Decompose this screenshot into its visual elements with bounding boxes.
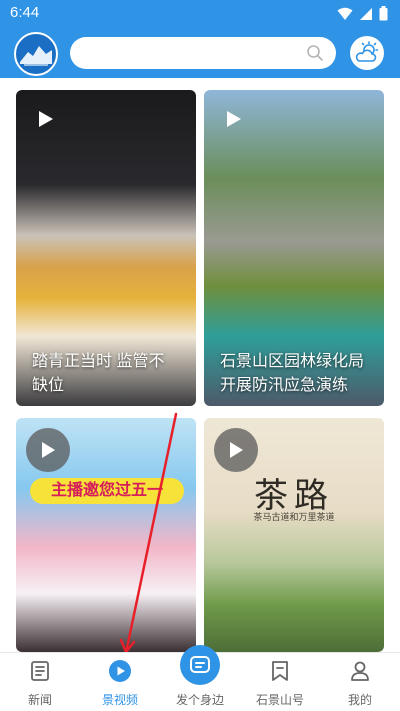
weather-icon [355,41,379,62]
video-banner: 主播邀您过五一 [30,478,184,504]
battery-icon [379,6,388,21]
status-bar: 6:44 [0,0,400,28]
app-logo-icon[interactable] [14,32,58,76]
play-icon[interactable] [214,428,258,472]
video-card[interactable]: 石景山区园林绿化局开展防汛应急演练 [204,90,384,406]
video-subtitle: 茶马古道和万里茶道 [253,513,335,523]
tab-profile[interactable]: 我的 [320,653,400,711]
tab-video[interactable]: 景视频 [80,653,160,711]
bottom-tab-bar: 新闻 景视频 发个身边 石景山号 我的 [0,645,400,711]
video-caption: 踏青正当时 监管不缺位 [32,353,165,394]
post-button[interactable] [180,645,220,685]
video-card[interactable]: 踏青正当时 监管不缺位 [16,90,196,406]
video-caption: 石景山区园林绿化局开展防汛应急演练 [220,353,365,394]
video-feed: 踏青正当时 监管不缺位 石景山区园林绿化局开展防汛应急演练 主播邀您过五一 茶路… [0,78,400,652]
search-input[interactable] [84,37,304,69]
tab-label: 石景山号 [255,693,304,707]
search-bar[interactable] [70,37,336,69]
signal-icon [360,7,372,20]
play-icon[interactable] [26,428,70,472]
search-icon[interactable] [306,44,324,66]
play-icon[interactable] [226,110,242,128]
video-card[interactable]: 茶路 茶马古道和万里茶道 [204,418,384,652]
tab-label: 景视频 [101,693,138,707]
tab-label: 发个身边 [175,693,224,707]
news-icon [31,661,49,681]
video-play-icon [109,660,131,682]
status-icons [337,6,388,21]
tab-shijingshan[interactable]: 石景山号 [240,653,320,711]
weather-button[interactable] [350,36,384,70]
wifi-icon [337,7,353,20]
status-time: 6:44 [10,4,40,21]
app-header: 6:44 [0,0,400,78]
tab-post[interactable]: 发个身边 [160,645,240,711]
tab-label: 我的 [347,693,372,707]
tab-label: 新闻 [27,693,52,707]
play-icon[interactable] [38,110,54,128]
tab-news[interactable]: 新闻 [0,653,80,711]
profile-icon [351,661,369,681]
bookmark-icon [272,661,288,681]
post-icon [190,656,210,673]
video-card[interactable]: 主播邀您过五一 [16,418,196,652]
